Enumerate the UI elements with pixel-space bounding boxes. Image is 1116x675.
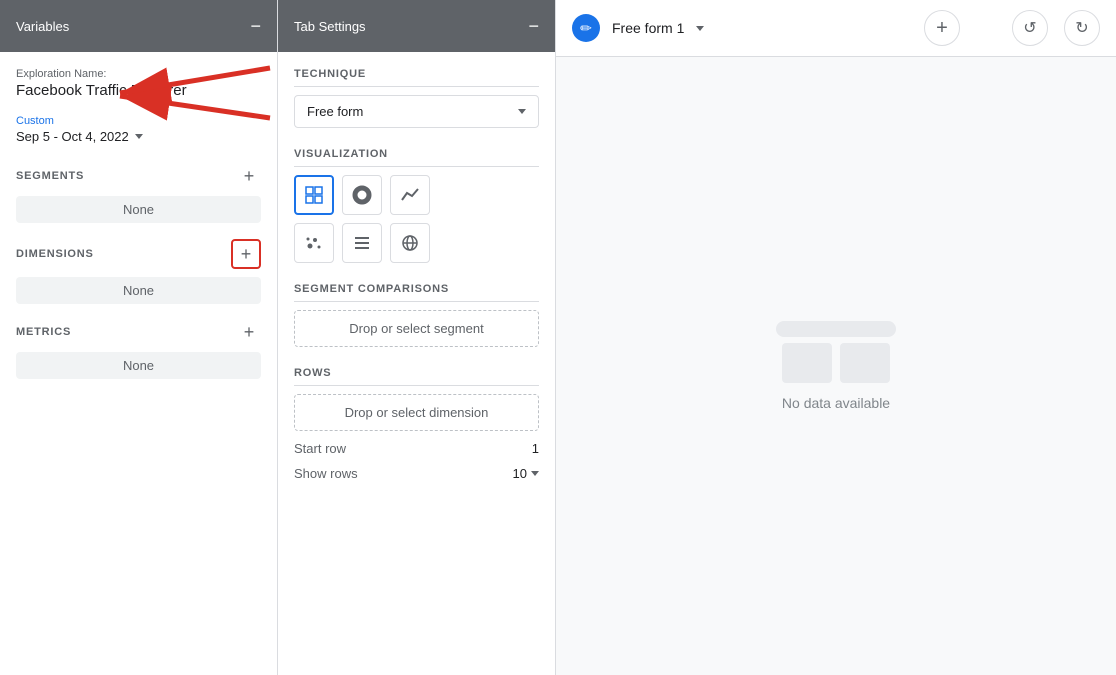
no-data-bars-bottom	[782, 343, 890, 383]
viz-geo-button[interactable]	[390, 223, 430, 263]
dimensions-title: DIMENSIONS	[16, 248, 94, 260]
metrics-none: None	[16, 352, 261, 379]
add-tab-button[interactable]: +	[924, 10, 960, 46]
no-data-bar-left	[782, 343, 832, 383]
canvas-panel: ✏ Free form 1 + ↺ ↻ No data available	[556, 0, 1116, 675]
tab-settings-content: TECHNIQUE Free form VISUALIZATION	[278, 52, 555, 675]
variables-content: Exploration Name: Facebook Traffic Explo…	[0, 52, 277, 675]
technique-chevron-icon[interactable]	[518, 109, 526, 114]
drop-dimension-zone[interactable]: Drop or select dimension	[294, 394, 539, 431]
date-value-row[interactable]: Sep 5 - Oct 4, 2022	[16, 129, 261, 144]
add-metric-button[interactable]: +	[237, 320, 261, 344]
date-label: Custom	[16, 115, 261, 127]
start-row-label: Start row	[294, 441, 346, 456]
rows-section: ROWS Drop or select dimension Start row …	[294, 367, 539, 481]
tab-settings-minimize[interactable]: −	[528, 17, 539, 35]
technique-value: Free form	[307, 104, 363, 119]
geo-icon	[400, 233, 420, 253]
redo-button[interactable]: ↻	[1064, 10, 1100, 46]
date-value: Sep 5 - Oct 4, 2022	[16, 129, 129, 144]
rows-label: ROWS	[294, 367, 539, 386]
tab-name: Free form 1	[612, 20, 684, 36]
donut-icon	[352, 185, 372, 205]
exploration-name-label: Exploration Name:	[16, 68, 261, 80]
canvas-header: ✏ Free form 1 + ↺ ↻	[556, 0, 1116, 57]
scatter-icon	[304, 233, 324, 253]
show-rows-label: Show rows	[294, 466, 358, 481]
bar-chart-icon	[352, 233, 372, 253]
start-row-row: Start row 1	[294, 441, 539, 456]
date-chevron-icon[interactable]	[135, 134, 143, 139]
viz-table-button[interactable]	[294, 175, 334, 215]
metrics-header: METRICS +	[16, 320, 261, 344]
viz-line-button[interactable]	[390, 175, 430, 215]
table-icon	[304, 185, 324, 205]
technique-label: TECHNIQUE	[294, 68, 539, 87]
add-segment-button[interactable]: +	[237, 164, 261, 188]
tab-badge: ✏	[572, 14, 600, 42]
exploration-name-value: Facebook Traffic Explorer	[16, 82, 261, 99]
segments-none: None	[16, 196, 261, 223]
no-data-illustration	[776, 321, 896, 383]
tab-chevron-icon[interactable]	[696, 26, 704, 31]
tab-edit-icon: ✏	[580, 20, 592, 37]
drop-segment-zone[interactable]: Drop or select segment	[294, 310, 539, 347]
variables-header: Variables −	[0, 0, 277, 52]
dimensions-section: DIMENSIONS + None	[16, 239, 261, 304]
start-row-value: 1	[532, 441, 539, 456]
canvas-body: No data available	[556, 57, 1116, 675]
add-dimension-button[interactable]: +	[231, 239, 261, 269]
visualization-section: VISUALIZATION	[294, 148, 539, 263]
viz-scatter-button[interactable]	[294, 223, 334, 263]
variables-title: Variables	[16, 19, 69, 34]
viz-bar-button[interactable]	[342, 223, 382, 263]
show-rows-chevron-icon[interactable]	[531, 471, 539, 476]
no-data-bar-right	[840, 343, 890, 383]
dimensions-header: DIMENSIONS +	[16, 239, 261, 269]
segments-section: SEGMENTS + None	[16, 164, 261, 223]
segment-comparisons-section: SEGMENT COMPARISONS Drop or select segme…	[294, 283, 539, 347]
variables-panel: Variables − Exploration Name: Facebook T…	[0, 0, 278, 675]
tab-settings-title: Tab Settings	[294, 19, 366, 34]
date-range-section[interactable]: Custom Sep 5 - Oct 4, 2022	[16, 115, 261, 144]
show-rows-value: 10	[513, 466, 527, 481]
metrics-section: METRICS + None	[16, 320, 261, 379]
line-chart-icon	[400, 185, 420, 205]
segments-title: SEGMENTS	[16, 170, 84, 182]
tab-settings-panel: Tab Settings − TECHNIQUE Free form VISUA…	[278, 0, 556, 675]
variables-minimize[interactable]: −	[250, 17, 261, 35]
segment-comparisons-label: SEGMENT COMPARISONS	[294, 283, 539, 302]
undo-button[interactable]: ↺	[1012, 10, 1048, 46]
no-data-text: No data available	[782, 395, 890, 411]
technique-dropdown[interactable]: Free form	[294, 95, 539, 128]
visualization-label: VISUALIZATION	[294, 148, 539, 167]
show-rows-dropdown[interactable]: 10	[513, 466, 539, 481]
metrics-title: METRICS	[16, 326, 71, 338]
technique-section: TECHNIQUE Free form	[294, 68, 539, 128]
visualization-grid	[294, 175, 539, 263]
tab-settings-header: Tab Settings −	[278, 0, 555, 52]
no-data-bar-top	[776, 321, 896, 337]
show-rows-row: Show rows 10	[294, 466, 539, 481]
dimensions-none: None	[16, 277, 261, 304]
viz-donut-button[interactable]	[342, 175, 382, 215]
segments-header: SEGMENTS +	[16, 164, 261, 188]
